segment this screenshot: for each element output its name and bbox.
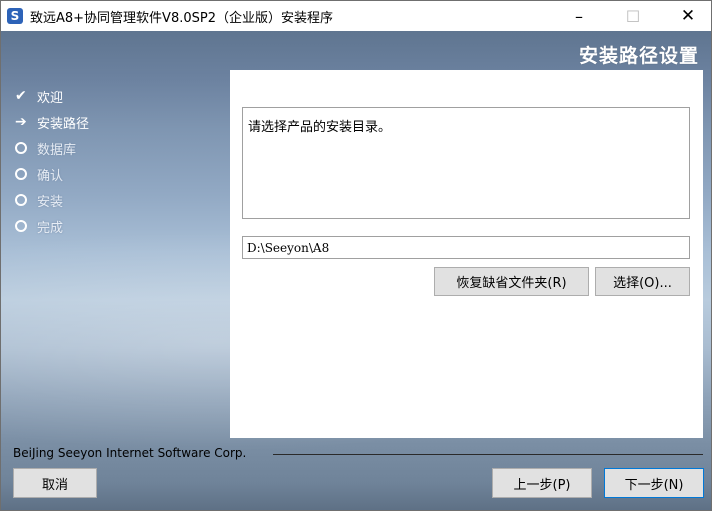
cancel-button[interactable]: 取消 (13, 468, 97, 498)
window-title: 致远A8+协同管理软件V8.0SP2（企业版）安装程序 (30, 11, 333, 26)
step-database: 数据库 (15, 135, 89, 161)
step-list: ✔ 欢迎 ➔ 安装路径 数据库 确认 安装 完成 (15, 83, 89, 239)
arrow-right-icon: ➔ (15, 114, 27, 130)
step-label: 数据库 (37, 142, 77, 158)
circle-icon (15, 194, 27, 206)
footer-divider (273, 454, 703, 455)
previous-button[interactable]: 上一步(P) (492, 468, 592, 498)
circle-icon (15, 168, 27, 180)
title-bar: S 致远A8+协同管理软件V8.0SP2（企业版）安装程序 – ☐ ✕ (1, 1, 711, 31)
circle-icon (15, 220, 27, 232)
next-button[interactable]: 下一步(N) (604, 468, 704, 498)
step-welcome: ✔ 欢迎 (15, 83, 89, 109)
close-button[interactable]: ✕ (665, 1, 711, 31)
step-install-path: ➔ 安装路径 (15, 109, 89, 135)
step-label: 安装 (37, 194, 64, 210)
installer-window: S 致远A8+协同管理软件V8.0SP2（企业版）安装程序 – ☐ ✕ 安装路径… (0, 0, 712, 511)
step-install: 安装 (15, 187, 89, 213)
minimize-button[interactable]: – (556, 1, 602, 31)
step-confirm: 确认 (15, 161, 89, 187)
page-title: 安装路径设置 (578, 45, 699, 67)
content-panel: 请选择产品的安装目录。 恢复缺省文件夹(R) 选择(O)... (230, 70, 703, 438)
checkmark-icon: ✔ (15, 88, 27, 104)
step-finish: 完成 (15, 213, 89, 239)
circle-icon (15, 142, 27, 154)
maximize-button[interactable]: ☐ (610, 1, 656, 31)
company-label: BeiJing Seeyon Internet Software Corp. (13, 446, 247, 460)
step-label: 欢迎 (37, 90, 64, 106)
description-box: 请选择产品的安装目录。 (242, 107, 690, 219)
step-label: 确认 (37, 168, 64, 184)
install-path-input[interactable] (242, 236, 690, 259)
choose-folder-button[interactable]: 选择(O)... (595, 267, 690, 296)
app-logo-icon: S (7, 8, 23, 24)
restore-default-folder-button[interactable]: 恢复缺省文件夹(R) (434, 267, 589, 296)
step-label: 完成 (37, 220, 64, 236)
step-label: 安装路径 (37, 116, 90, 132)
